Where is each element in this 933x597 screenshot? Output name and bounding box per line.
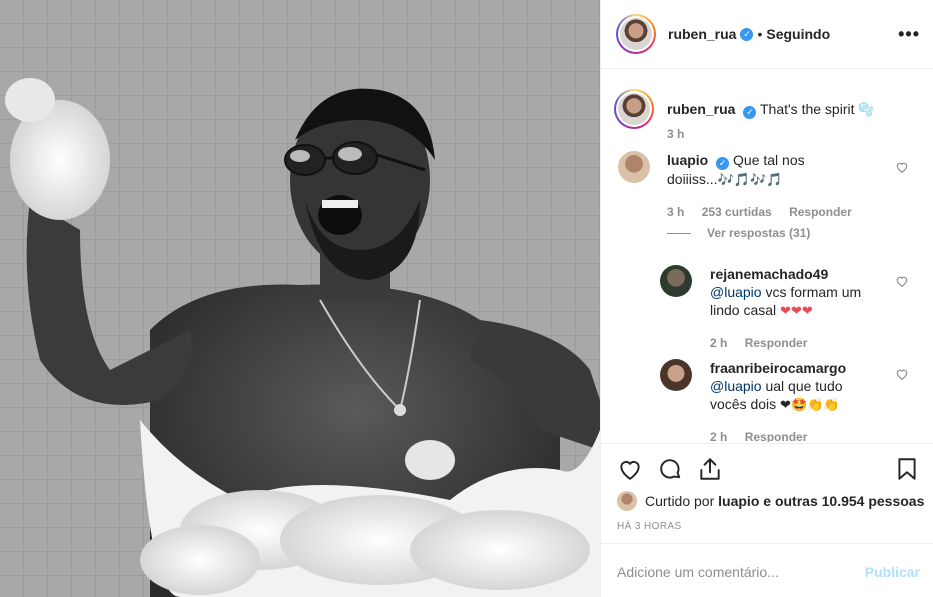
commenter-avatar[interactable] bbox=[618, 151, 650, 183]
comment-input[interactable]: Adicione um comentário... bbox=[617, 564, 779, 580]
mention-link[interactable]: @luapio bbox=[710, 378, 762, 394]
separator-dot: • bbox=[757, 26, 763, 42]
author-avatar[interactable] bbox=[616, 14, 656, 54]
post-photo[interactable] bbox=[0, 0, 600, 597]
liked-by[interactable]: Curtido por luapio e outras 10.954 pesso… bbox=[617, 491, 924, 511]
post-panel: ruben_rua ✓ • Seguindo ••• ruben_rua ✓ T… bbox=[600, 0, 933, 597]
comment-likes[interactable]: 253 curtidas bbox=[702, 205, 772, 219]
add-comment-bar: Adicione um comentário... Publicar bbox=[601, 543, 933, 597]
caption-username[interactable]: ruben_rua bbox=[667, 101, 735, 117]
verified-badge-icon: ✓ bbox=[740, 27, 754, 41]
post-header: ruben_rua ✓ • Seguindo ••• bbox=[601, 0, 933, 69]
comment-meta: 2 h Responder bbox=[710, 430, 821, 442]
commenter-avatar[interactable] bbox=[660, 359, 692, 391]
comment-meta: 3 h 253 curtidas Responder bbox=[667, 205, 866, 219]
caption-time[interactable]: 3 h bbox=[667, 127, 684, 141]
caption-avatar[interactable] bbox=[614, 89, 654, 129]
post-actions: Curtido por luapio e outras 10.954 pesso… bbox=[601, 443, 933, 543]
comment-item: luapio ✓ Que tal nos doiiiss...🎶🎵🎶🎵 bbox=[618, 151, 867, 189]
reply-button[interactable]: Responder bbox=[745, 336, 808, 350]
comment-icon[interactable] bbox=[657, 456, 683, 482]
following-button[interactable]: Seguindo bbox=[766, 26, 830, 42]
heart-icon[interactable] bbox=[617, 456, 643, 482]
music-emoji: 🎶🎵🎶🎵 bbox=[717, 172, 783, 187]
bathtub-photo bbox=[0, 0, 600, 597]
comment-username[interactable]: rejanemachado49 bbox=[710, 266, 828, 282]
verified-badge-icon: ✓ bbox=[716, 157, 730, 170]
caption-meta: 3 h bbox=[667, 127, 698, 141]
caption-row: ruben_rua ✓ That's the spirit 🫧 bbox=[614, 89, 875, 129]
like-comment-icon[interactable] bbox=[895, 367, 909, 381]
mention-link[interactable]: @luapio bbox=[710, 284, 762, 300]
like-comment-icon[interactable] bbox=[895, 160, 909, 174]
comment-text: rejanemachado49 @luapio vcs formam um li… bbox=[710, 266, 862, 318]
publish-button[interactable]: Publicar bbox=[865, 564, 920, 580]
comment-text: fraanribeirocamargo @luapio ual que tudo… bbox=[710, 360, 847, 412]
reply-button[interactable]: Responder bbox=[745, 430, 808, 442]
caption-body: That's the spirit bbox=[760, 100, 855, 117]
comment-time[interactable]: 3 h bbox=[667, 205, 684, 219]
comment-username[interactable]: luapio bbox=[667, 152, 708, 168]
bookmark-icon[interactable] bbox=[894, 456, 920, 482]
reaction-emoji: ❤🤩👏👏 bbox=[780, 397, 840, 412]
view-replies-button[interactable]: Ver respostas (31) bbox=[667, 226, 810, 240]
comments-list[interactable]: ruben_rua ✓ That's the spirit 🫧 3 h luap… bbox=[601, 70, 933, 442]
verified-badge-icon: ✓ bbox=[743, 105, 757, 119]
reply-button[interactable]: Responder bbox=[789, 205, 852, 219]
caption-text: ruben_rua ✓ That's the spirit 🫧 bbox=[667, 100, 875, 119]
like-comment-icon[interactable] bbox=[895, 274, 909, 288]
author-username[interactable]: ruben_rua bbox=[668, 26, 736, 42]
liker-avatar bbox=[617, 491, 637, 511]
instagram-post: ruben_rua ✓ • Seguindo ••• ruben_rua ✓ T… bbox=[0, 0, 933, 597]
comment-time[interactable]: 2 h bbox=[710, 430, 727, 442]
replies-line bbox=[667, 232, 691, 234]
comment-username[interactable]: fraanribeirocamargo bbox=[710, 360, 846, 376]
comment-text: luapio ✓ Que tal nos doiiiss...🎶🎵🎶🎵 bbox=[667, 152, 805, 187]
bubbles-emoji: 🫧 bbox=[858, 101, 875, 117]
liker-username[interactable]: luapio bbox=[718, 493, 759, 509]
author-avatar-image bbox=[620, 18, 652, 50]
commenter-avatar[interactable] bbox=[660, 265, 692, 297]
share-icon[interactable] bbox=[697, 456, 723, 482]
hearts-emoji: ❤❤❤ bbox=[780, 303, 813, 318]
comment-meta: 2 h Responder bbox=[710, 336, 821, 350]
comment-time[interactable]: 2 h bbox=[710, 336, 727, 350]
post-time[interactable]: HÁ 3 HORAS bbox=[617, 521, 682, 532]
reply-item: fraanribeirocamargo @luapio ual que tudo… bbox=[660, 359, 910, 414]
reply-item: rejanemachado49 @luapio vcs formam um li… bbox=[660, 265, 910, 320]
more-options-icon[interactable]: ••• bbox=[898, 24, 920, 45]
